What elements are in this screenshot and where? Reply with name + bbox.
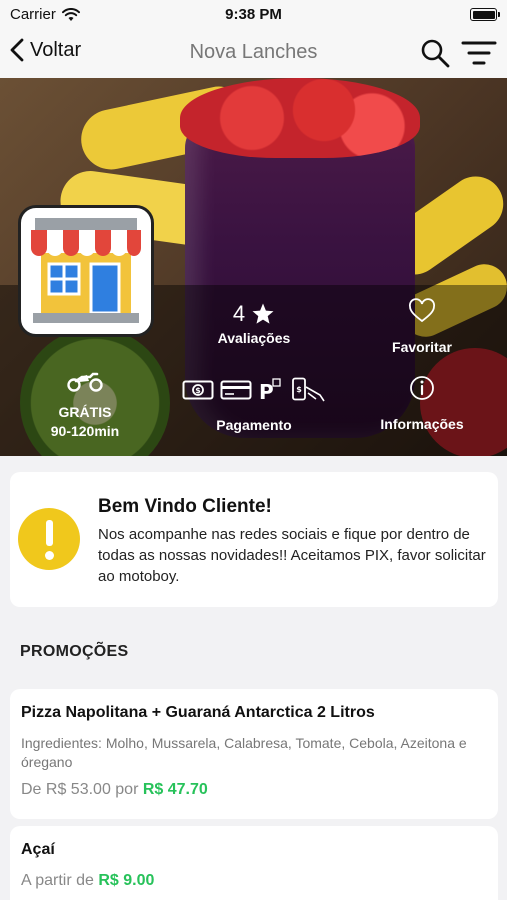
promotions-heading: PROMOÇÕES xyxy=(20,643,129,660)
favorite-button[interactable]: Favoritar xyxy=(370,298,474,355)
filter-icon xyxy=(461,41,497,65)
motorcycle-icon xyxy=(67,372,103,392)
payment-label: Pagamento xyxy=(216,417,292,433)
info-icon xyxy=(410,376,434,400)
search-icon xyxy=(421,39,450,68)
promo-price: De R$ 53.00 por R$ 47.70 xyxy=(21,781,208,799)
promo-price: A partir de R$ 9.00 xyxy=(21,872,154,890)
favorite-label: Favoritar xyxy=(392,339,452,355)
promo-name: Pizza Napolitana + Guaraná Antarctica 2 … xyxy=(21,704,375,721)
promo-price-prefix: De R$ 53.00 por xyxy=(21,781,143,798)
rating-value-row: 4 xyxy=(190,298,318,330)
delivery-fee: GRÁTIS xyxy=(58,404,112,420)
mobile-payment-icon: $ xyxy=(292,377,325,402)
star-icon xyxy=(252,303,274,324)
store-logo xyxy=(18,205,154,337)
rating-value: 4 xyxy=(232,301,246,326)
payment-button[interactable]: $ P $ Pagamento xyxy=(175,375,333,433)
promo-description: Ingredientes: Molho, Mussarela, Calabres… xyxy=(21,735,467,770)
promo-price-value: R$ 9.00 xyxy=(98,872,155,889)
promo-price-value: R$ 47.70 xyxy=(142,781,208,798)
storefront-icon xyxy=(31,218,141,323)
rating-button[interactable]: 4 Avaliações xyxy=(190,298,318,346)
battery-icon xyxy=(470,8,500,21)
heart-icon xyxy=(409,298,435,323)
promo-item[interactable]: Pizza Napolitana + Guaraná Antarctica 2 … xyxy=(10,689,498,819)
pix-icon: P xyxy=(259,378,281,402)
svg-text:$: $ xyxy=(195,386,201,395)
clock: 9:38 PM xyxy=(225,6,282,23)
promo-name: Açaí xyxy=(21,841,55,858)
cash-icon: $ xyxy=(182,380,214,400)
status-bar: Carrier 9:38 PM xyxy=(0,0,507,28)
navigation-bar: Voltar Nova Lanches xyxy=(0,28,507,78)
search-button[interactable] xyxy=(420,38,450,68)
delivery-info: GRÁTIS 90-120min xyxy=(30,370,140,441)
promo-item[interactable]: Açaí A partir de R$ 9.00 xyxy=(10,826,498,900)
svg-text:P: P xyxy=(259,380,274,402)
welcome-card: Bem Vindo Cliente! Nos acompanhe nas red… xyxy=(10,472,498,607)
exclamation-icon xyxy=(18,508,80,570)
welcome-message: Nos acompanhe nas redes sociais e fique … xyxy=(98,526,486,585)
rating-label: Avaliações xyxy=(217,330,291,346)
info-label: Informações xyxy=(380,416,464,432)
filter-button[interactable] xyxy=(461,40,497,66)
svg-text:$: $ xyxy=(296,385,302,394)
welcome-title: Bem Vindo Cliente! xyxy=(98,496,272,517)
promo-price-prefix: A partir de xyxy=(21,872,99,889)
info-button[interactable]: Informações xyxy=(370,375,474,432)
delivery-time: 90-120min xyxy=(50,423,120,439)
card-icon xyxy=(220,380,252,400)
payment-methods: $ P $ xyxy=(175,375,333,405)
